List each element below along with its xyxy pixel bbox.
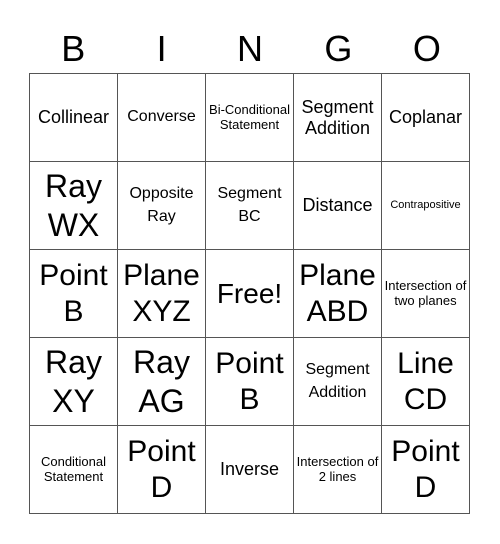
header-letter-i: I: [156, 28, 167, 69]
bingo-cell[interactable]: Ray WX: [30, 162, 118, 250]
bingo-cell[interactable]: Bi-Conditional Statement: [206, 74, 294, 162]
bingo-cell[interactable]: Plane XYZ: [118, 250, 206, 338]
bingo-cell[interactable]: Ray AG: [118, 338, 206, 426]
bingo-grid: Collinear Converse Bi-Conditional Statem…: [29, 73, 470, 514]
bingo-cell[interactable]: Segment BC: [206, 162, 294, 250]
bingo-cell[interactable]: Point B: [30, 250, 118, 338]
bingo-cell[interactable]: Intersection of 2 lines: [294, 426, 382, 514]
bingo-cell[interactable]: Intersection of two planes: [382, 250, 470, 338]
bingo-cell[interactable]: Segment Addition: [294, 338, 382, 426]
bingo-cell[interactable]: Converse: [118, 74, 206, 162]
bingo-cell[interactable]: Coplanar: [382, 74, 470, 162]
header-letter-n: N: [237, 28, 264, 69]
header-letter-o: O: [412, 28, 441, 69]
bingo-cell[interactable]: Collinear: [30, 74, 118, 162]
bingo-cell[interactable]: Ray XY: [30, 338, 118, 426]
bingo-header: B I N G O: [29, 26, 471, 72]
header-letter-g: G: [324, 28, 353, 69]
bingo-cell[interactable]: Line CD: [382, 338, 470, 426]
bingo-cell[interactable]: Point D: [118, 426, 206, 514]
bingo-cell[interactable]: Inverse: [206, 426, 294, 514]
bingo-cell[interactable]: Point B: [206, 338, 294, 426]
bingo-cell[interactable]: Conditional Statement: [30, 426, 118, 514]
bingo-cell[interactable]: Contrapositive: [382, 162, 470, 250]
bingo-cell[interactable]: Distance: [294, 162, 382, 250]
free-space-cell[interactable]: Free!: [206, 250, 294, 338]
bingo-cell[interactable]: Plane ABD: [294, 250, 382, 338]
bingo-cell[interactable]: Segment Addition: [294, 74, 382, 162]
bingo-cell[interactable]: Opposite Ray: [118, 162, 206, 250]
bingo-cell[interactable]: Point D: [382, 426, 470, 514]
header-letter-b: B: [61, 28, 86, 69]
